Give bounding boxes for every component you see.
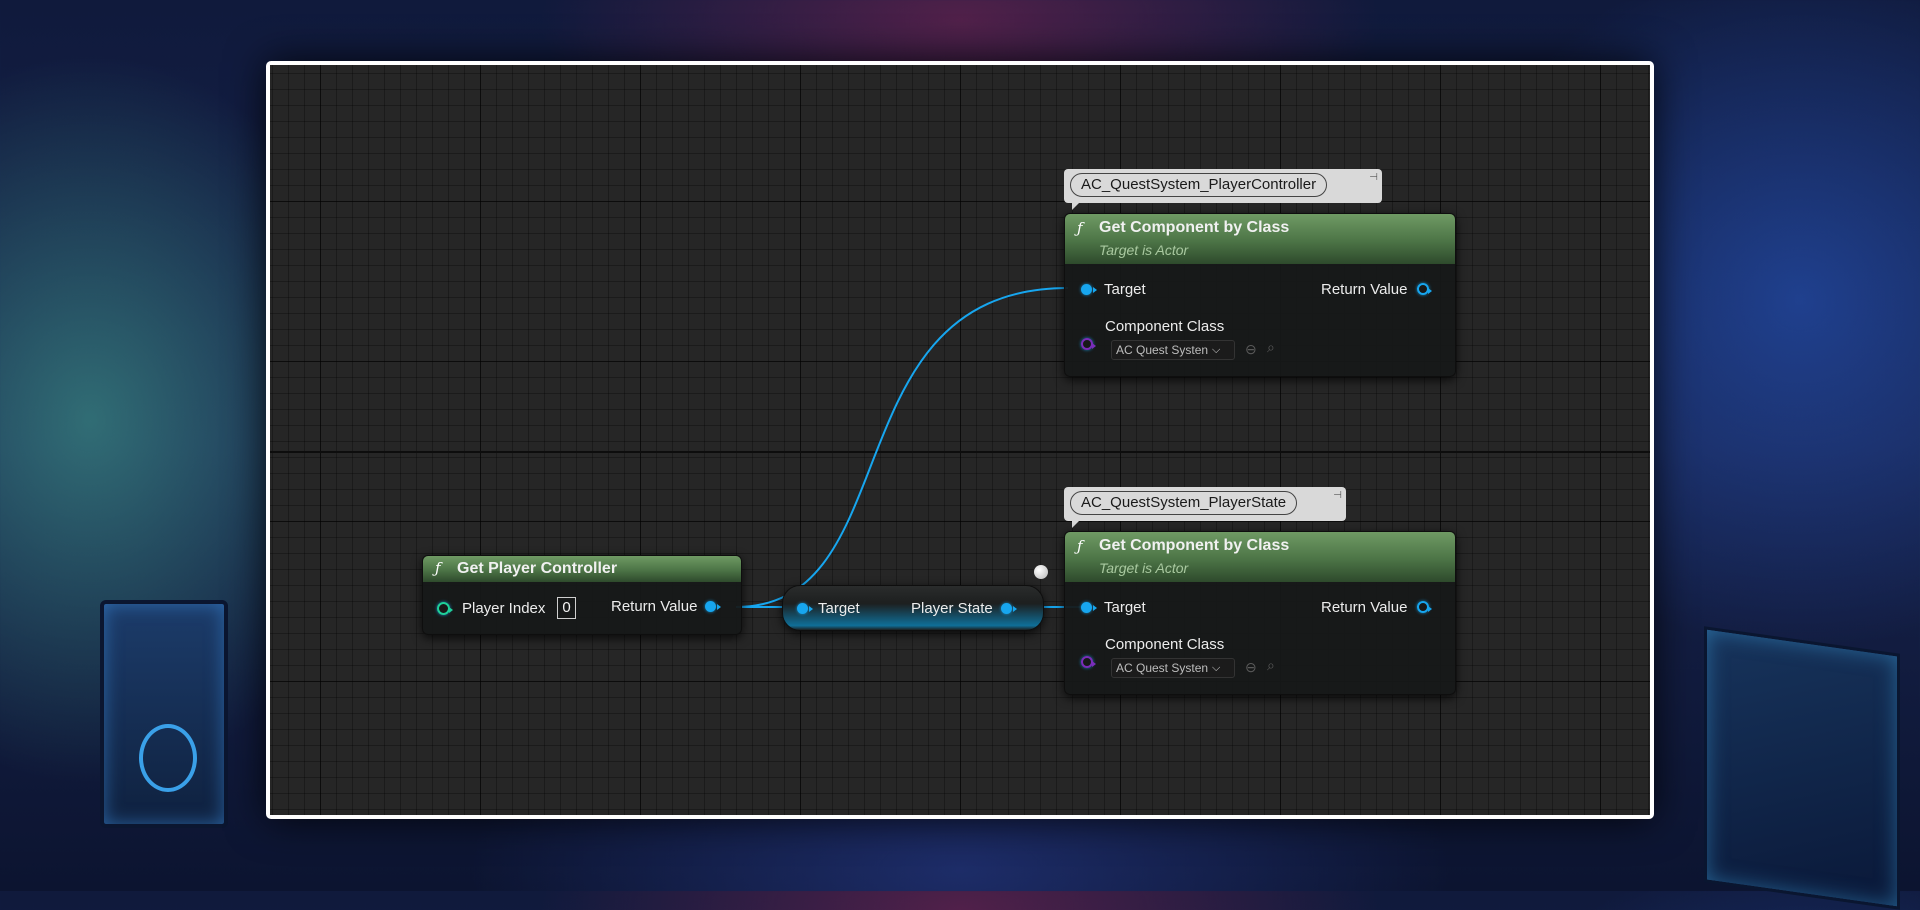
breakpoint-bubble bbox=[1034, 565, 1048, 579]
function-icon: ƒ bbox=[1077, 537, 1083, 555]
pin-label: Return Value bbox=[1321, 598, 1408, 616]
component-class-dropdown[interactable]: AC Quest Systen ⌵ bbox=[1111, 658, 1235, 678]
node-subtitle: Target is Actor bbox=[1099, 242, 1189, 258]
return-value-pin[interactable]: Return Value bbox=[1321, 597, 1433, 617]
int-pin-icon[interactable] bbox=[437, 601, 453, 615]
pin-label: Player Index bbox=[462, 599, 546, 617]
class-pin-icon[interactable] bbox=[1081, 338, 1096, 350]
player-state-output-pin[interactable]: Player State bbox=[911, 598, 1017, 618]
chevron-down-icon: ⌵ bbox=[1212, 343, 1221, 356]
function-icon: ƒ bbox=[1077, 219, 1083, 237]
component-class-pin[interactable] bbox=[1081, 652, 1096, 672]
use-selected-icon[interactable]: ⊖ bbox=[1245, 659, 1257, 676]
player-index-pin[interactable]: Player Index 0 bbox=[437, 597, 576, 619]
get-component-by-class-node-ps[interactable]: ƒ Get Component by Class Target is Actor… bbox=[1064, 531, 1456, 695]
object-pin-icon[interactable] bbox=[1081, 283, 1097, 295]
pin-label: Component Class bbox=[1105, 635, 1225, 653]
getter-target-pin[interactable]: Target bbox=[797, 598, 860, 618]
player-state-getter-node[interactable]: Target Player State bbox=[782, 585, 1044, 631]
background-chest-art bbox=[1704, 626, 1900, 910]
object-pin-icon[interactable] bbox=[1000, 602, 1017, 614]
chevron-down-icon: ⌵ bbox=[1212, 661, 1221, 674]
node-title: Get Component by Class bbox=[1099, 219, 1290, 236]
object-pin-icon[interactable] bbox=[1417, 601, 1433, 613]
get-component-by-class-node-pc[interactable]: ƒ Get Component by Class Target is Actor… bbox=[1064, 213, 1456, 377]
pin-label: Target bbox=[818, 599, 860, 617]
comment-bubble-ps[interactable]: AC_QuestSystem_PlayerState ⊣ bbox=[1064, 487, 1346, 528]
class-pin-icon[interactable] bbox=[1081, 656, 1096, 668]
node-subtitle: Target is Actor bbox=[1099, 560, 1189, 576]
blueprint-graph[interactable]: ƒ Get Player Controller Player Index 0 R… bbox=[270, 65, 1650, 815]
comment-text[interactable]: AC_QuestSystem_PlayerController bbox=[1070, 173, 1328, 197]
get-player-controller-node[interactable]: ƒ Get Player Controller Player Index 0 R… bbox=[422, 555, 742, 635]
component-class-label: Component Class bbox=[1105, 634, 1224, 654]
player-index-input[interactable]: 0 bbox=[557, 597, 576, 619]
node-header: ƒ Get Component by Class Target is Actor bbox=[1065, 214, 1455, 264]
pin-label: Return Value bbox=[1321, 280, 1408, 298]
comment-text[interactable]: AC_QuestSystem_PlayerState bbox=[1070, 491, 1298, 515]
return-value-pin[interactable]: Return Value bbox=[611, 596, 722, 616]
browse-icon[interactable]: ⌕ bbox=[1267, 657, 1275, 674]
object-pin-icon[interactable] bbox=[1081, 601, 1097, 613]
pin-comment-icon[interactable]: ⊣ bbox=[1369, 172, 1378, 183]
object-pin-icon[interactable] bbox=[797, 602, 813, 614]
dropdown-value: AC Quest Systen bbox=[1116, 661, 1209, 675]
pin-label: Component Class bbox=[1105, 317, 1225, 335]
node-header: ƒ Get Component by Class Target is Actor bbox=[1065, 532, 1455, 582]
pin-label: Target bbox=[1104, 280, 1146, 298]
object-pin-icon[interactable] bbox=[1417, 283, 1433, 295]
pin-comment-icon[interactable]: ⊣ bbox=[1333, 490, 1342, 501]
blueprint-frame: ƒ Get Player Controller Player Index 0 R… bbox=[266, 61, 1654, 819]
node-title: Get Player Controller bbox=[457, 560, 618, 577]
pin-label: Target bbox=[1104, 598, 1146, 616]
background-book-art bbox=[100, 600, 228, 828]
target-pin[interactable]: Target bbox=[1081, 279, 1146, 299]
wire-controller-to-pc-target bbox=[735, 287, 1069, 608]
component-class-dropdown[interactable]: AC Quest Systen ⌵ bbox=[1111, 340, 1235, 360]
target-pin[interactable]: Target bbox=[1081, 597, 1146, 617]
pin-label: Player State bbox=[911, 599, 993, 617]
wire-layer bbox=[735, 287, 1082, 608]
background-glyph bbox=[139, 724, 197, 792]
function-icon: ƒ bbox=[435, 559, 441, 577]
use-selected-icon[interactable]: ⊖ bbox=[1245, 341, 1257, 358]
component-class-label: Component Class bbox=[1105, 316, 1224, 336]
return-value-pin[interactable]: Return Value bbox=[1321, 279, 1433, 299]
browse-icon[interactable]: ⌕ bbox=[1267, 339, 1275, 356]
node-header: ƒ Get Player Controller bbox=[423, 556, 741, 582]
node-title: Get Component by Class bbox=[1099, 537, 1290, 554]
pin-label: Return Value bbox=[611, 597, 698, 615]
comment-bubble-pc[interactable]: AC_QuestSystem_PlayerController ⊣ bbox=[1064, 169, 1382, 210]
object-pin-icon[interactable] bbox=[705, 600, 722, 612]
component-class-pin[interactable] bbox=[1081, 334, 1096, 354]
dropdown-value: AC Quest Systen bbox=[1116, 343, 1209, 357]
